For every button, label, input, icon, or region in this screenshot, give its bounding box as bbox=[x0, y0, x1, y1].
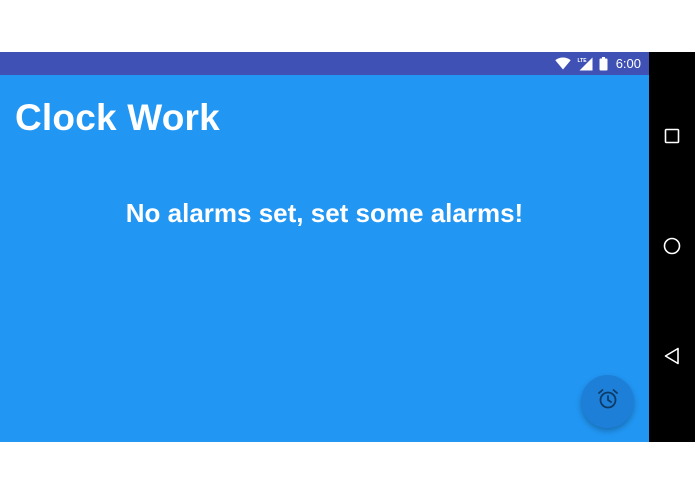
recents-button[interactable] bbox=[649, 115, 695, 161]
recents-icon bbox=[664, 128, 680, 149]
status-time: 6:00 bbox=[615, 56, 641, 71]
home-button[interactable] bbox=[649, 225, 695, 271]
wifi-icon bbox=[554, 57, 571, 70]
empty-state-message: No alarms set, set some alarms! bbox=[125, 198, 524, 228]
alarm-icon bbox=[596, 387, 620, 416]
app-screen: LTE 6:00 Clock Work No alarms set, set s… bbox=[0, 52, 649, 442]
status-icons: LTE 6:00 bbox=[554, 52, 641, 75]
battery-icon bbox=[599, 56, 608, 71]
app-title: Clock Work bbox=[15, 97, 220, 138]
network-type-label: LTE bbox=[577, 58, 587, 64]
add-alarm-button[interactable] bbox=[581, 375, 634, 428]
navigation-bar bbox=[649, 52, 695, 442]
status-bar: LTE 6:00 bbox=[0, 52, 649, 75]
back-button[interactable] bbox=[649, 335, 695, 381]
back-icon bbox=[664, 347, 680, 370]
device-frame: LTE 6:00 Clock Work No alarms set, set s… bbox=[0, 52, 695, 442]
lte-signal-icon: LTE bbox=[577, 57, 593, 71]
home-icon bbox=[663, 237, 681, 260]
